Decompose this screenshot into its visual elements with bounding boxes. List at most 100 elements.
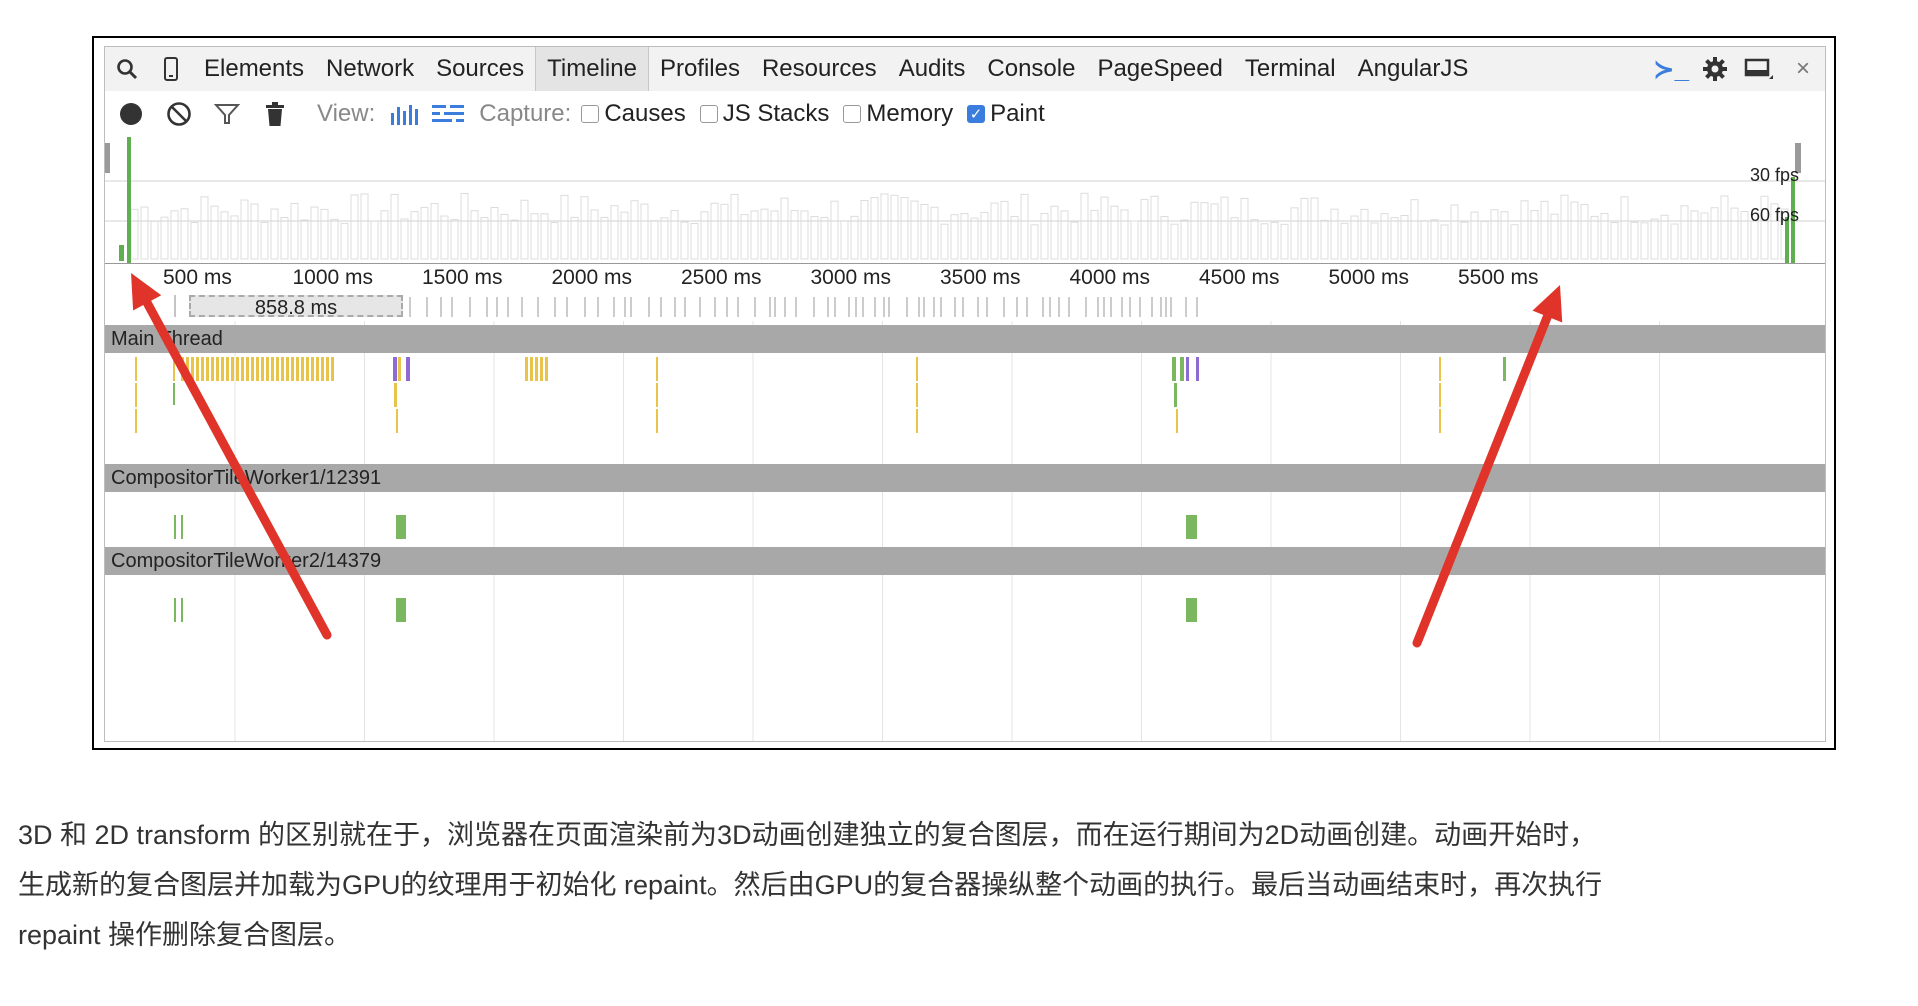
timeline-event[interactable] bbox=[406, 357, 410, 381]
timeline-event[interactable] bbox=[216, 357, 219, 381]
tab-resources[interactable]: Resources bbox=[751, 47, 888, 91]
timeline-event[interactable] bbox=[296, 357, 299, 381]
timeline-event[interactable] bbox=[246, 357, 249, 381]
timeline-event[interactable] bbox=[1439, 357, 1441, 381]
gear-icon[interactable] bbox=[1693, 47, 1737, 91]
capture-js-stacks-checkbox[interactable]: JS Stacks bbox=[699, 100, 829, 128]
timeline-event[interactable] bbox=[326, 357, 329, 381]
timeline-event[interactable] bbox=[656, 409, 658, 433]
timeline-event[interactable] bbox=[191, 357, 194, 381]
timeline-event[interactable] bbox=[251, 357, 254, 381]
timeline-event[interactable] bbox=[135, 357, 137, 381]
checkbox-box[interactable] bbox=[699, 105, 718, 123]
timeline-event[interactable] bbox=[206, 357, 209, 381]
tab-angularjs[interactable]: AngularJS bbox=[1347, 47, 1480, 91]
timeline-event[interactable] bbox=[181, 598, 183, 622]
timeline-event[interactable] bbox=[393, 357, 397, 381]
timeline-event[interactable] bbox=[286, 357, 289, 381]
timeline-event[interactable] bbox=[916, 409, 918, 433]
filter-icon[interactable] bbox=[203, 91, 251, 137]
timeline-event[interactable] bbox=[181, 357, 184, 381]
timeline-event[interactable] bbox=[173, 383, 175, 405]
record-icon[interactable] bbox=[107, 91, 155, 137]
timeline-event[interactable] bbox=[398, 357, 401, 381]
thread-header-3[interactable]: CompositorTileWorker2/14379 bbox=[105, 547, 1825, 575]
tab-profiles[interactable]: Profiles bbox=[649, 47, 751, 91]
console-drawer-icon[interactable]: ≻_ bbox=[1649, 47, 1693, 91]
timeline-event[interactable] bbox=[394, 383, 397, 407]
overview-left-handle[interactable] bbox=[105, 143, 110, 173]
timeline-event[interactable] bbox=[916, 383, 918, 407]
timeline-event[interactable] bbox=[306, 357, 309, 381]
timeline-event[interactable] bbox=[656, 357, 658, 381]
timeline-event[interactable] bbox=[236, 357, 239, 381]
timeline-event[interactable] bbox=[1196, 357, 1199, 381]
device-mode-icon[interactable] bbox=[149, 47, 193, 91]
bar-view-icon[interactable] bbox=[385, 91, 425, 137]
checkbox-box[interactable] bbox=[581, 105, 600, 123]
timeline-event[interactable] bbox=[321, 357, 324, 381]
timeline-event[interactable] bbox=[226, 357, 229, 381]
timeline-event[interactable] bbox=[231, 357, 234, 381]
tab-network[interactable]: Network bbox=[315, 47, 425, 91]
timeline-event[interactable] bbox=[256, 357, 259, 381]
timeline-event[interactable] bbox=[535, 357, 538, 381]
timeline-event[interactable] bbox=[525, 357, 528, 381]
clear-icon[interactable] bbox=[155, 91, 203, 137]
timeline-event[interactable] bbox=[1439, 383, 1441, 407]
trash-icon[interactable] bbox=[251, 91, 299, 137]
timeline-event[interactable] bbox=[196, 357, 199, 381]
timeline-event[interactable] bbox=[276, 357, 279, 381]
timeline-event[interactable] bbox=[266, 357, 269, 381]
tab-timeline[interactable]: Timeline bbox=[535, 47, 649, 91]
timeline-event[interactable] bbox=[540, 357, 543, 381]
timeline-event[interactable] bbox=[291, 357, 294, 381]
tab-terminal[interactable]: Terminal bbox=[1234, 47, 1347, 91]
timeline-event[interactable] bbox=[1186, 598, 1197, 622]
capture-causes-checkbox[interactable]: Causes bbox=[581, 100, 686, 128]
timeline-event[interactable] bbox=[311, 357, 314, 381]
timeline-event[interactable] bbox=[201, 357, 204, 381]
timeline-event[interactable] bbox=[1174, 383, 1177, 407]
capture-paint-checkbox[interactable]: ✓ Paint bbox=[967, 100, 1045, 128]
timeline-event[interactable] bbox=[173, 357, 175, 381]
checkbox-box[interactable]: ✓ bbox=[967, 105, 986, 123]
timeline-event[interactable] bbox=[1439, 409, 1441, 433]
timeline-event[interactable] bbox=[396, 409, 398, 433]
timeline-event[interactable] bbox=[396, 515, 406, 539]
timeline-event[interactable] bbox=[1186, 515, 1197, 539]
timeline-event[interactable] bbox=[181, 515, 183, 539]
timeline-event[interactable] bbox=[135, 383, 137, 407]
timeline-event[interactable] bbox=[186, 357, 189, 381]
timeline-event[interactable] bbox=[174, 598, 176, 622]
close-icon[interactable]: × bbox=[1781, 47, 1825, 91]
tab-pagespeed[interactable]: PageSpeed bbox=[1086, 47, 1233, 91]
timeline-event[interactable] bbox=[135, 409, 137, 433]
timeline-event[interactable] bbox=[211, 357, 214, 381]
search-icon[interactable] bbox=[105, 47, 149, 91]
checkbox-box[interactable] bbox=[843, 105, 862, 123]
timeline-event[interactable] bbox=[530, 357, 533, 381]
timeline-event[interactable] bbox=[1503, 357, 1506, 381]
thread-header-1[interactable]: Main Thread bbox=[105, 325, 1825, 353]
timeline-event[interactable] bbox=[174, 515, 176, 539]
frames-row[interactable]: 858.8 ms bbox=[105, 293, 1825, 321]
thread-tracks[interactable] bbox=[105, 321, 1826, 741]
timeline-event[interactable] bbox=[396, 598, 406, 622]
timeline-event[interactable] bbox=[271, 357, 274, 381]
timeline-event[interactable] bbox=[316, 357, 319, 381]
tab-console[interactable]: Console bbox=[976, 47, 1086, 91]
timeline-event[interactable] bbox=[1186, 357, 1189, 381]
timeline-event[interactable] bbox=[261, 357, 264, 381]
timeline-event[interactable] bbox=[221, 357, 224, 381]
flamechart-view-icon[interactable] bbox=[425, 91, 471, 137]
timeline-event[interactable] bbox=[545, 357, 548, 381]
thread-header-2[interactable]: CompositorTileWorker1/12391 bbox=[105, 464, 1825, 492]
tab-elements[interactable]: Elements bbox=[193, 47, 315, 91]
timeline-event[interactable] bbox=[1172, 357, 1176, 381]
timeline-event[interactable] bbox=[281, 357, 284, 381]
timeline-event[interactable] bbox=[1180, 357, 1184, 381]
timeline-event[interactable] bbox=[916, 357, 918, 381]
tab-sources[interactable]: Sources bbox=[425, 47, 535, 91]
timeline-event[interactable] bbox=[301, 357, 304, 381]
